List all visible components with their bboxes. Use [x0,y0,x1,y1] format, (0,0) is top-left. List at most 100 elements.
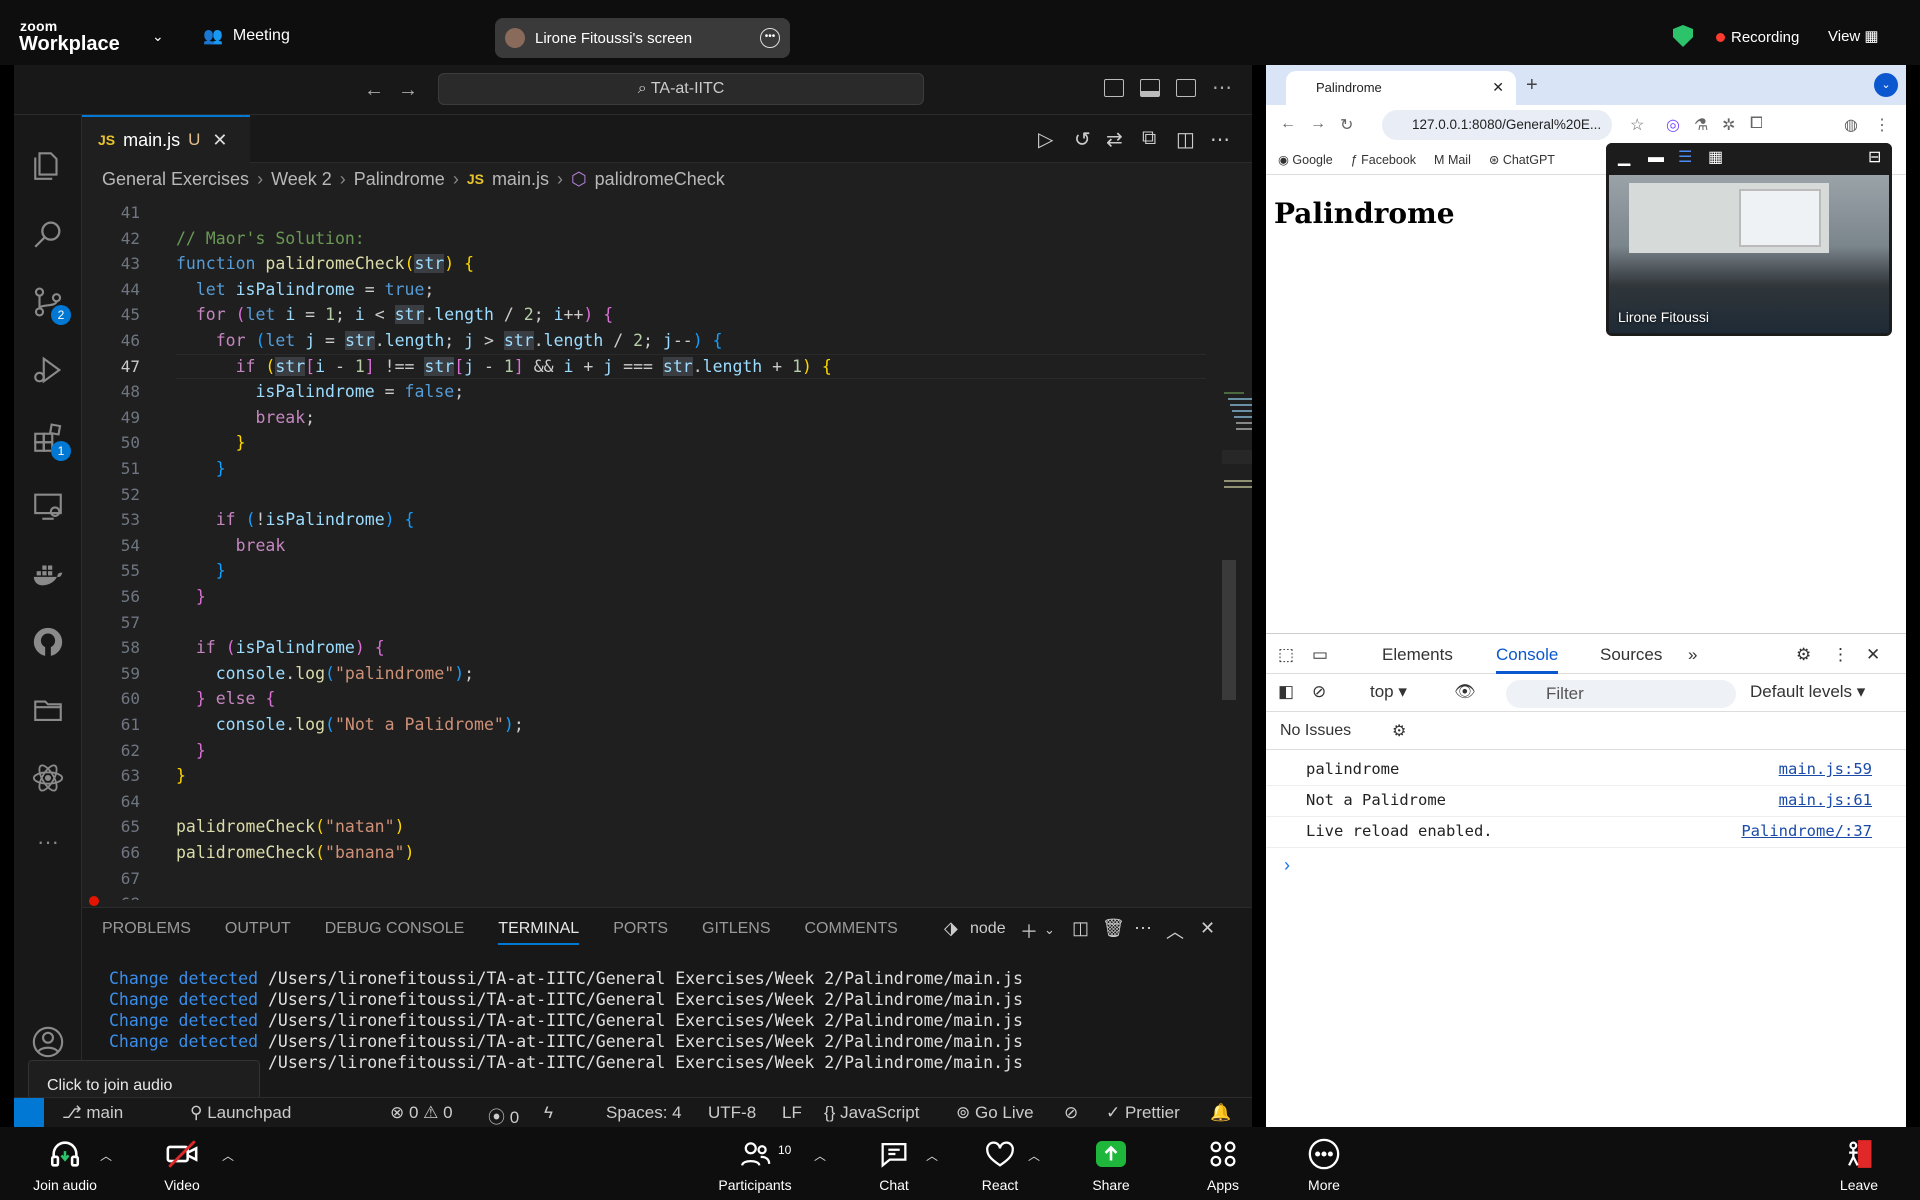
language-indicator[interactable]: {} JavaScript [824,1103,919,1123]
console-source-link[interactable]: Palindrome/:37 [1741,822,1872,840]
chevron-up-icon[interactable]: ︿ [222,1147,234,1164]
clear-console-icon[interactable]: ⊘ [1312,682,1326,702]
code-line[interactable]: break; [176,408,315,427]
code-line[interactable]: } [176,433,246,452]
notifications-bell-icon[interactable]: 🔔 [1210,1103,1231,1123]
panel-tab-debug-console[interactable]: DEBUG CONSOLE [325,920,465,945]
code-line[interactable]: } [176,587,206,606]
search-icon[interactable] [31,217,65,251]
code-line[interactable]: } [176,766,186,785]
reload-icon[interactable]: ↻ [1340,115,1353,135]
trash-icon[interactable]: 🗑 [1102,918,1125,939]
copilot-icon[interactable]: ⊘ [1064,1103,1078,1123]
code-line[interactable]: console.log("Not a Palidrome"); [176,715,524,734]
problems-indicator[interactable]: ⊗ 0 ⚠ 0 [390,1103,453,1123]
run-icon[interactable]: ▷ [1038,127,1053,152]
code-line[interactable]: if (isPalindrome) { [176,638,385,657]
ports-indicator[interactable]: ⦿ 0 [488,1103,519,1128]
more-button[interactable]: More [1298,1137,1350,1193]
code-line[interactable]: function palidromeCheck(str) { [176,254,474,274]
account-icon[interactable] [31,1025,65,1059]
back-arrow-icon[interactable]: ← [1280,115,1296,133]
run-debug-icon[interactable] [31,353,65,387]
timeline-icon[interactable]: ↺ [1074,127,1091,152]
eye-icon[interactable]: 👁 [1454,682,1476,702]
extensions-icon[interactable]: 1 [31,421,71,461]
panel-tab-comments[interactable]: COMMENTS [805,920,898,945]
indentation-indicator[interactable]: Spaces: 4 [606,1103,682,1123]
new-tab-icon[interactable]: + [1526,74,1538,97]
speaker-view-icon[interactable]: ▬ [1648,149,1664,167]
extension-icon[interactable]: ◎ [1666,115,1680,135]
join-audio-button[interactable]: Join audio [22,1137,108,1193]
code-editor[interactable]: 41 42 // Maor's Solution: 43 function palidr… [82,200,1252,900]
eol-indicator[interactable]: LF [782,1103,802,1123]
code-line[interactable]: console.log("palindrome"); [176,664,474,683]
leave-button[interactable]: Leave [1834,1137,1884,1193]
breadcrumb-item[interactable]: General Exercises [102,169,249,190]
sidebar-toggle-icon[interactable]: ◧ [1278,682,1294,702]
console-source-link[interactable]: main.js:61 [1779,791,1872,809]
grid-view-icon[interactable]: ▦ [1708,147,1723,167]
breadcrumb-item[interactable]: Palindrome [354,169,445,190]
command-center-search[interactable]: ⌕ TA-at-IITC [438,73,924,105]
prettier-button[interactable]: ✓ Prettier [1106,1103,1180,1123]
chevron-up-icon[interactable]: ︿ [814,1147,826,1164]
profile-avatar[interactable]: ◍ [1844,115,1858,135]
chevron-down-icon[interactable]: ⌄ [1044,922,1055,938]
expand-icon[interactable]: ⊟ [1868,147,1881,167]
react-atom-icon[interactable] [31,761,65,795]
code-line[interactable]: palidromeCheck("banana") [176,843,414,862]
compare-changes-icon[interactable]: ⇄ [1106,127,1123,152]
filter-input[interactable]: Filter [1506,680,1736,708]
address-bar[interactable]: 127.0.0.1:8080/General%20E... [1382,110,1612,140]
code-line[interactable]: for (let i = 1; i < str.length / 2; i++)… [176,305,613,325]
extensions-puzzle-icon[interactable]: ⧠ [1750,115,1763,133]
code-line[interactable]: palidromeCheck("natan") [176,817,405,836]
panel-tab-gitlens[interactable]: GITLENS [702,920,770,945]
terminal-output[interactable]: Change detected /Users/lironefitoussi/TA… [109,968,1023,1073]
gear-icon[interactable]: ⚙ [1392,721,1406,741]
context-selector[interactable]: top ▾ [1370,682,1407,702]
code-line[interactable]: } [176,459,226,478]
video-thumbnail[interactable]: ▁ ▬ ☰ ▦ ⊟ Lirone Fitoussi [1606,143,1892,336]
code-line[interactable]: if (!isPalindrome) { [176,510,415,529]
close-icon[interactable]: ✕ [1492,79,1504,96]
back-arrow-icon[interactable]: ← [364,79,384,102]
terminal-shell-label[interactable]: node [970,920,1006,938]
minimize-icon[interactable]: ▁ [1618,147,1630,167]
device-toolbar-icon[interactable]: ▭ [1312,645,1328,665]
tab-elements[interactable]: Elements [1382,645,1453,665]
extension-icon[interactable]: ⚗ [1694,115,1708,135]
breadcrumb-item[interactable]: palidromeCheck [595,169,725,190]
launchpad-button[interactable]: ⚲ Launchpad [190,1103,291,1123]
code-line[interactable]: // Maor's Solution: [176,229,365,248]
tab-search-icon[interactable]: ⌄ [1874,73,1898,97]
react-button[interactable]: React [974,1137,1026,1193]
issues-label[interactable]: No Issues [1280,722,1351,739]
bookmark-facebook[interactable]: ƒ Facebook [1351,153,1416,167]
bookmark-mail[interactable]: M Mail [1434,153,1471,167]
security-shield-icon[interactable] [1673,25,1693,47]
chevron-down-icon[interactable]: ⌄ [152,28,164,45]
remote-indicator[interactable] [14,1098,44,1128]
meeting-info-button[interactable]: 👥 Meeting [203,26,290,46]
more-actions-icon[interactable]: ⋯ [1210,127,1230,152]
tab-main-js[interactable]: JS main.js U ✕ [82,115,250,163]
remote-explorer-icon[interactable] [31,489,65,523]
gallery-strip-icon[interactable]: ☰ [1678,147,1692,167]
toggle-secondary-sidebar-icon[interactable] [1176,79,1196,97]
log-levels-dropdown[interactable]: Default levels ▾ [1750,682,1865,702]
breakpoint-icon[interactable] [89,896,99,906]
code-line[interactable]: if (str[i - 1] !== str[j - 1] && i + j =… [176,356,832,376]
extension-icon[interactable]: ✲ [1722,115,1735,135]
bookmark-star-icon[interactable]: ☆ [1630,115,1644,135]
view-button[interactable]: View ▦ [1828,27,1879,45]
console-prompt[interactable]: › [1284,855,1290,876]
panel-tab-terminal[interactable]: TERMINAL [498,920,580,945]
source-control-icon[interactable]: 2 [31,285,71,325]
tab-console[interactable]: Console [1496,645,1559,674]
open-preview-icon[interactable]: ⧉ [1142,127,1156,150]
browser-tab[interactable]: Palindrome ✕ [1286,71,1516,105]
more-tabs-icon[interactable]: » [1688,645,1697,665]
